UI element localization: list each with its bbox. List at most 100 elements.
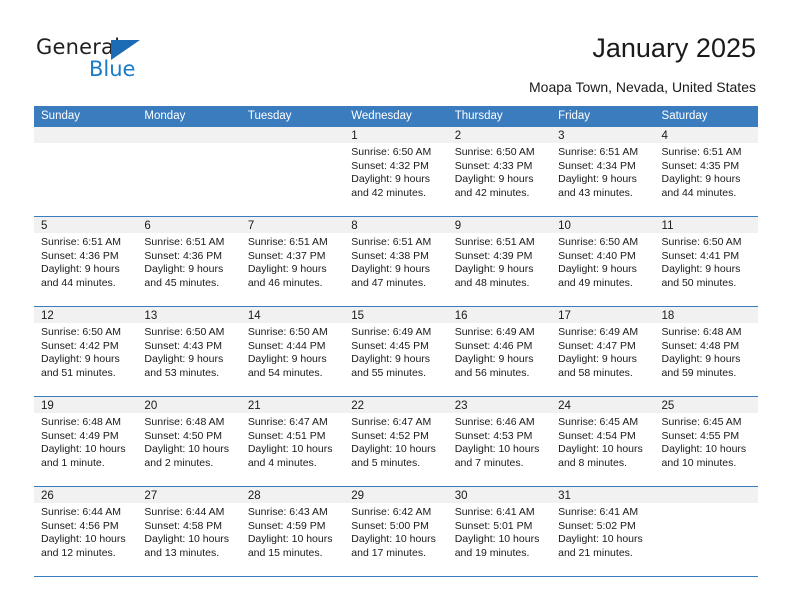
sunset-text: Sunset: 4:42 PM xyxy=(41,339,119,352)
sunset-text: Sunset: 4:52 PM xyxy=(351,429,429,442)
day-details: Sunrise: 6:51 AM Sunset: 4:35 PM Daylight:… xyxy=(655,143,758,200)
day-details: Sunrise: 6:44 AM Sunset: 4:58 PM Daylight:… xyxy=(137,503,240,560)
daylight-text-line2: and 21 minutes. xyxy=(558,546,633,559)
day-cell[interactable]: 27 Sunrise: 6:44 AM Sunset: 4:58 PM Dayligh… xyxy=(137,486,241,577)
sunrise-text: Sunrise: 6:51 AM xyxy=(351,236,432,248)
sunset-text: Sunset: 4:44 PM xyxy=(247,339,326,352)
daylight-text-line2: and 13 minutes. xyxy=(144,546,220,559)
day-details: Sunrise: 6:50 AM Sunset: 4:42 PM Daylight:… xyxy=(34,323,137,380)
day-cell[interactable]: 19 Sunrise: 6:48 AM Sunset: 4:49 PM Dayligh… xyxy=(34,396,138,487)
calendar-page: General Blue January 2025 Moapa Town, Ne… xyxy=(0,0,792,612)
day-cell[interactable]: 31 Sunrise: 6:41 AM Sunset: 5:02 PM Dayligh… xyxy=(551,486,655,577)
day-details: Sunrise: 6:50 AM Sunset: 4:40 PM Daylight:… xyxy=(551,233,654,290)
day-number: 11 xyxy=(654,217,758,233)
sunset-text: Sunset: 4:41 PM xyxy=(661,249,740,262)
day-cell[interactable]: 23 Sunrise: 6:46 AM Sunset: 4:53 PM Dayligh… xyxy=(447,396,552,487)
weekday-header-sunday: Sunday xyxy=(34,106,138,127)
day-number: 6 xyxy=(137,217,241,233)
sunrise-text: Sunrise: 6:49 AM xyxy=(351,326,432,338)
weekday-header-tuesday: Tuesday xyxy=(240,106,345,127)
day-details: Sunrise: 6:49 AM Sunset: 4:46 PM Daylight:… xyxy=(448,323,551,380)
day-cell[interactable]: 25 Sunrise: 6:45 AM Sunset: 4:55 PM Dayligh… xyxy=(654,396,758,487)
day-cell[interactable]: 9 Sunrise: 6:51 AM Sunset: 4:39 PM Daylight… xyxy=(447,216,552,307)
day-number: 1 xyxy=(344,127,448,143)
sunrise-text: Sunrise: 6:49 AM xyxy=(558,326,639,338)
generalblue-logo[interactable]: General Blue xyxy=(36,36,166,82)
daylight-text-line2: and 10 minutes. xyxy=(661,456,737,469)
day-cell[interactable]: 14 Sunrise: 6:50 AM Sunset: 4:44 PM Dayligh… xyxy=(240,306,345,397)
daylight-text-line1: Daylight: 9 hours xyxy=(41,263,120,276)
sunset-text: Sunset: 4:46 PM xyxy=(454,339,533,352)
day-cell[interactable]: 29 Sunrise: 6:42 AM Sunset: 5:00 PM Dayligh… xyxy=(344,486,448,577)
day-cell[interactable]: 17 Sunrise: 6:49 AM Sunset: 4:47 PM Dayligh… xyxy=(551,306,655,397)
daylight-text-line2: and 43 minutes. xyxy=(558,186,633,199)
sunset-text: Sunset: 4:32 PM xyxy=(351,159,429,172)
day-cell[interactable]: 21 Sunrise: 6:47 AM Sunset: 4:51 PM Dayligh… xyxy=(240,396,345,487)
day-details: Sunrise: 6:50 AM Sunset: 4:44 PM Daylight:… xyxy=(241,323,344,380)
day-cell[interactable]: 11 Sunrise: 6:50 AM Sunset: 4:41 PM Dayligh… xyxy=(654,216,758,307)
day-number: 16 xyxy=(447,307,552,323)
day-cell[interactable]: 30 Sunrise: 6:41 AM Sunset: 5:01 PM Dayligh… xyxy=(447,486,552,577)
calendar-week-row: 5 Sunrise: 6:51 AM Sunset: 4:36 PM Daylight… xyxy=(34,216,758,307)
daylight-text-line2: and 5 minutes. xyxy=(351,456,421,469)
daylight-text-line2: and 56 minutes. xyxy=(454,366,530,379)
day-number: 10 xyxy=(551,217,655,233)
daylight-text-line1: Daylight: 9 hours xyxy=(247,353,327,366)
day-cell[interactable]: 8 Sunrise: 6:51 AM Sunset: 4:38 PM Daylight… xyxy=(344,216,448,307)
day-cell[interactable]: 4 Sunrise: 6:51 AM Sunset: 4:35 PM Daylight… xyxy=(654,127,758,217)
day-number: 8 xyxy=(344,217,448,233)
day-cell[interactable]: 20 Sunrise: 6:48 AM Sunset: 4:50 PM Dayligh… xyxy=(137,396,241,487)
sunset-text: Sunset: 4:55 PM xyxy=(661,429,740,442)
daylight-text-line1: Daylight: 10 hours xyxy=(144,533,230,546)
sunset-text: Sunset: 4:53 PM xyxy=(454,429,533,442)
daylight-text-line1: Daylight: 9 hours xyxy=(351,353,431,366)
daylight-text-line1: Daylight: 10 hours xyxy=(454,533,540,546)
day-cell[interactable]: 26 Sunrise: 6:44 AM Sunset: 4:56 PM Dayligh… xyxy=(34,486,138,577)
day-details: Sunrise: 6:51 AM Sunset: 4:34 PM Daylight:… xyxy=(551,143,654,200)
calendar-week-row: 1 Sunrise: 6:50 AM Sunset: 4:32 PM Daylight… xyxy=(34,127,758,217)
day-cell[interactable]: 1 Sunrise: 6:50 AM Sunset: 4:32 PM Daylight… xyxy=(344,127,448,217)
daylight-text-line1: Daylight: 9 hours xyxy=(247,263,327,276)
day-cell[interactable]: 2 Sunrise: 6:50 AM Sunset: 4:33 PM Daylight… xyxy=(447,127,552,217)
daylight-text-line1: Daylight: 10 hours xyxy=(454,443,540,456)
day-cell[interactable]: 16 Sunrise: 6:49 AM Sunset: 4:46 PM Dayligh… xyxy=(447,306,552,397)
sunrise-text: Sunrise: 6:47 AM xyxy=(351,416,432,428)
day-cell[interactable]: 12 Sunrise: 6:50 AM Sunset: 4:42 PM Dayligh… xyxy=(34,306,138,397)
day-number: 19 xyxy=(34,397,138,413)
day-cell[interactable]: 24 Sunrise: 6:45 AM Sunset: 4:54 PM Dayligh… xyxy=(551,396,655,487)
day-cell[interactable]: 22 Sunrise: 6:47 AM Sunset: 4:52 PM Dayligh… xyxy=(344,396,448,487)
daylight-text-line2: and 53 minutes. xyxy=(144,366,220,379)
sunrise-text: Sunrise: 6:50 AM xyxy=(41,326,121,338)
sunrise-text: Sunrise: 6:50 AM xyxy=(247,326,328,338)
sunset-text: Sunset: 4:34 PM xyxy=(558,159,636,172)
day-cell[interactable]: 5 Sunrise: 6:51 AM Sunset: 4:36 PM Daylight… xyxy=(34,216,138,307)
daylight-text-line1: Daylight: 9 hours xyxy=(661,173,741,186)
daylight-text-line2: and 58 minutes. xyxy=(558,366,633,379)
sunrise-text: Sunrise: 6:51 AM xyxy=(144,236,225,248)
day-cell[interactable]: 18 Sunrise: 6:48 AM Sunset: 4:48 PM Dayligh… xyxy=(654,306,758,397)
day-details: Sunrise: 6:50 AM Sunset: 4:33 PM Daylight:… xyxy=(448,143,551,200)
day-details: Sunrise: 6:51 AM Sunset: 4:36 PM Daylight:… xyxy=(137,233,240,290)
sunset-text: Sunset: 4:47 PM xyxy=(558,339,636,352)
sunrise-text: Sunrise: 6:41 AM xyxy=(558,506,639,518)
day-number: 12 xyxy=(34,307,138,323)
daylight-text-line2: and 49 minutes. xyxy=(558,276,633,289)
day-cell[interactable]: 6 Sunrise: 6:51 AM Sunset: 4:36 PM Daylight… xyxy=(137,216,241,307)
day-details: Sunrise: 6:51 AM Sunset: 4:36 PM Daylight:… xyxy=(34,233,137,290)
sunrise-text: Sunrise: 6:50 AM xyxy=(661,236,742,248)
sunrise-text: Sunrise: 6:51 AM xyxy=(661,146,742,158)
day-details: Sunrise: 6:43 AM Sunset: 4:59 PM Daylight:… xyxy=(241,503,344,560)
day-cell[interactable]: 10 Sunrise: 6:50 AM Sunset: 4:40 PM Dayligh… xyxy=(551,216,655,307)
day-cell[interactable]: 15 Sunrise: 6:49 AM Sunset: 4:45 PM Dayligh… xyxy=(344,306,448,397)
daylight-text-line1: Daylight: 10 hours xyxy=(351,533,436,546)
day-cell[interactable]: 28 Sunrise: 6:43 AM Sunset: 4:59 PM Dayligh… xyxy=(240,486,345,577)
sunrise-text: Sunrise: 6:51 AM xyxy=(41,236,121,248)
day-cell[interactable]: 7 Sunrise: 6:51 AM Sunset: 4:37 PM Daylight… xyxy=(240,216,345,307)
sunset-text: Sunset: 4:59 PM xyxy=(247,519,326,532)
day-details: Sunrise: 6:45 AM Sunset: 4:54 PM Daylight:… xyxy=(551,413,654,470)
day-cell[interactable]: 3 Sunrise: 6:51 AM Sunset: 4:34 PM Daylight… xyxy=(551,127,655,217)
daylight-text-line1: Daylight: 10 hours xyxy=(351,443,436,456)
day-cell[interactable]: 13 Sunrise: 6:50 AM Sunset: 4:43 PM Dayligh… xyxy=(137,306,241,397)
day-details: Sunrise: 6:50 AM Sunset: 4:41 PM Daylight:… xyxy=(655,233,758,290)
day-details: Sunrise: 6:47 AM Sunset: 4:52 PM Daylight:… xyxy=(344,413,447,470)
